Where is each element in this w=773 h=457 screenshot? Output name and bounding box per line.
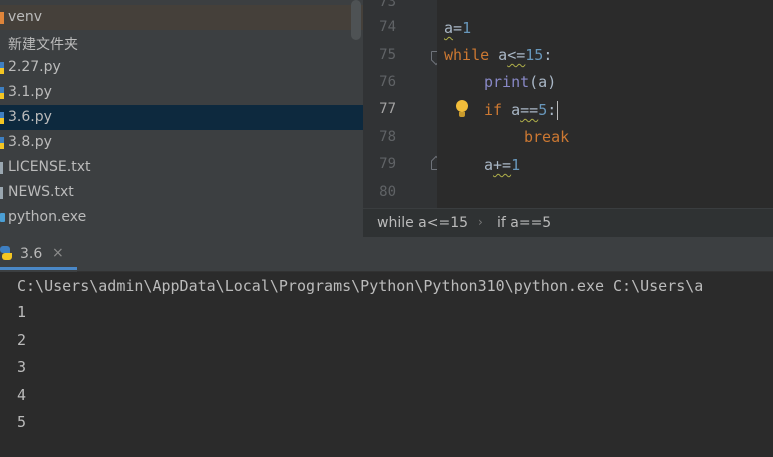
code-line-76: print(a) bbox=[484, 73, 556, 97]
code-token: a bbox=[444, 19, 454, 37]
project-tree: venv 新建文件夹 2.27.py 3.1.py 3.6.py 3.8.py … bbox=[0, 0, 363, 237]
code-editor[interactable]: a=1 while a<=15: print(a) if a==5: break… bbox=[437, 0, 773, 208]
tree-scrollbar-thumb[interactable] bbox=[351, 0, 361, 40]
code-token: if bbox=[484, 101, 503, 119]
close-icon[interactable]: × bbox=[52, 245, 64, 261]
code-token: break bbox=[524, 128, 570, 146]
console-output-line: 5 bbox=[17, 413, 27, 431]
code-token: 15 bbox=[525, 46, 544, 64]
executable-icon bbox=[0, 213, 5, 222]
code-line-79: a+=1 bbox=[484, 156, 520, 180]
text-file-icon bbox=[0, 187, 3, 199]
text-caret bbox=[557, 101, 558, 120]
tree-item-label: NEWS.txt bbox=[8, 184, 74, 200]
code-line-75: while a<=15: bbox=[444, 46, 552, 70]
text-file-icon bbox=[0, 162, 3, 174]
lightbulb-icon[interactable] bbox=[455, 100, 469, 118]
tree-item-3-6-py[interactable]: 3.6.py bbox=[0, 105, 363, 130]
tree-item-python-exe[interactable]: python.exe bbox=[0, 205, 363, 230]
code-line-78: break bbox=[524, 128, 569, 152]
code-token: a bbox=[489, 46, 508, 64]
python-file-icon bbox=[0, 62, 4, 74]
folder-icon bbox=[0, 12, 4, 24]
code-token: : bbox=[543, 46, 553, 64]
breadcrumb-item-if[interactable]: if a==5 bbox=[497, 215, 551, 231]
code-token: : bbox=[547, 101, 557, 119]
console-output-line: 2 bbox=[17, 331, 27, 349]
active-tab-indicator bbox=[0, 267, 77, 270]
tree-item-label: 新建文件夹 bbox=[8, 37, 78, 53]
code-token: = bbox=[453, 19, 463, 37]
code-token: 1 bbox=[462, 19, 472, 37]
code-line-74: a=1 bbox=[444, 19, 471, 43]
python-file-icon bbox=[0, 112, 4, 124]
code-token: 1 bbox=[511, 156, 521, 174]
code-token: += bbox=[493, 156, 512, 174]
python-icon bbox=[0, 246, 12, 260]
run-tab-bar: 3.6 × bbox=[0, 237, 773, 272]
code-token: a bbox=[484, 156, 494, 174]
tree-item-label: python.exe bbox=[8, 209, 87, 225]
run-console[interactable]: C:\Users\admin\AppData\Local\Programs\Py… bbox=[0, 272, 773, 457]
tree-item-label: 3.6.py bbox=[8, 109, 52, 125]
tree-item-label: 3.1.py bbox=[8, 84, 52, 100]
code-token: (a) bbox=[529, 73, 557, 91]
code-line-77: if a==5: bbox=[484, 101, 556, 125]
code-token: a bbox=[502, 101, 521, 119]
tree-item-3-8-py[interactable]: 3.8.py bbox=[0, 130, 363, 155]
breadcrumb-item-while[interactable]: while a<=15 bbox=[377, 215, 468, 231]
tree-item-news-txt[interactable]: NEWS.txt bbox=[0, 180, 363, 205]
code-token: == bbox=[520, 101, 539, 119]
line-number: 79 bbox=[379, 156, 396, 172]
python-file-icon bbox=[0, 87, 4, 99]
console-output-line: 1 bbox=[17, 303, 27, 321]
tree-item-license-txt[interactable]: LICENSE.txt bbox=[0, 155, 363, 180]
line-number: 80 bbox=[379, 184, 396, 200]
tree-item-label: 2.27.py bbox=[8, 59, 61, 75]
tree-item-3-1-py[interactable]: 3.1.py bbox=[0, 80, 363, 105]
console-output-line: 4 bbox=[17, 386, 27, 404]
run-tab-label: 3.6 bbox=[20, 246, 43, 262]
code-token: <= bbox=[507, 46, 526, 64]
code-token: print bbox=[484, 73, 530, 91]
line-number: 76 bbox=[379, 74, 396, 90]
tree-item-2-27-py[interactable]: 2.27.py bbox=[0, 55, 363, 80]
line-number: 73 bbox=[379, 0, 396, 10]
tree-item-label: LICENSE.txt bbox=[8, 159, 91, 175]
tree-item-venv[interactable]: venv bbox=[0, 5, 363, 30]
breadcrumb-separator: › bbox=[478, 215, 483, 229]
editor-gutter: 73 74 75 76 77 78 79 80 bbox=[363, 0, 440, 208]
console-output-line: 3 bbox=[17, 358, 27, 376]
line-number: 74 bbox=[379, 19, 396, 35]
python-file-icon bbox=[0, 137, 4, 149]
code-token: while bbox=[444, 46, 490, 64]
console-command-line: C:\Users\admin\AppData\Local\Programs\Py… bbox=[17, 277, 704, 295]
code-token: 5 bbox=[538, 101, 548, 119]
line-number-current: 77 bbox=[379, 101, 396, 117]
tree-item-label: 3.8.py bbox=[8, 134, 52, 150]
breadcrumb: while a<=15 › if a==5 bbox=[363, 208, 773, 237]
tree-item-new-folder[interactable]: 新建文件夹 bbox=[0, 30, 363, 55]
line-number: 78 bbox=[379, 129, 396, 145]
tab-run-3-6[interactable]: 3.6 × bbox=[0, 237, 77, 272]
line-number: 75 bbox=[379, 47, 396, 63]
tree-item-label: venv bbox=[8, 9, 43, 25]
